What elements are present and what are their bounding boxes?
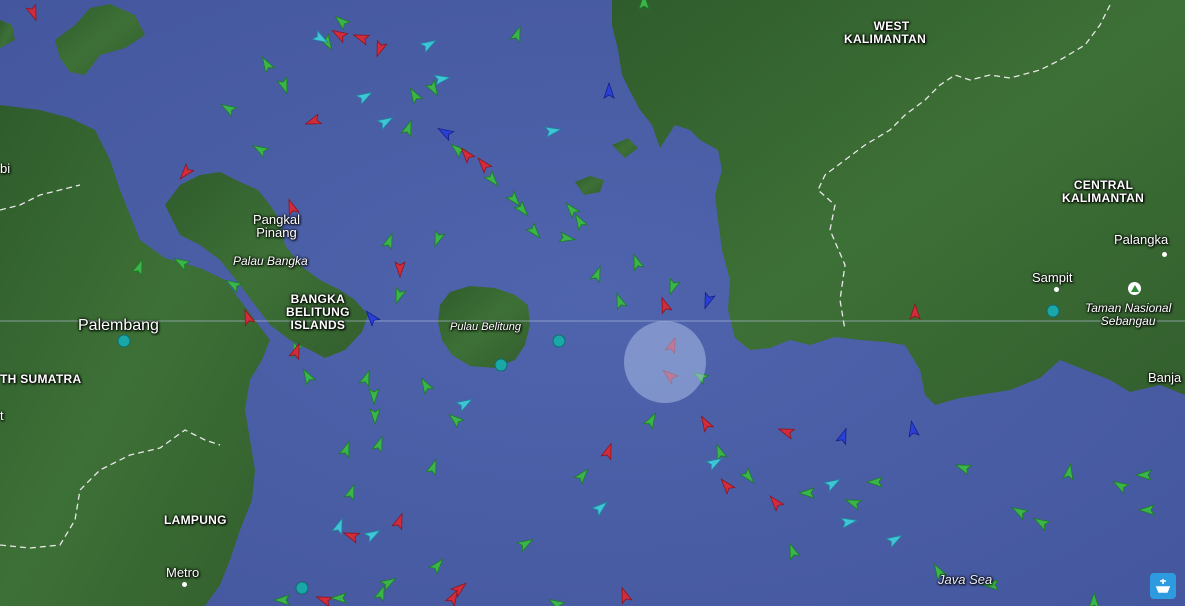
port-marker[interactable] [494, 358, 508, 372]
label-bi: bi [0, 161, 11, 176]
city-dot-palangka [1162, 252, 1167, 257]
port-marker[interactable] [295, 581, 309, 595]
label-west-kalimantan: WEST KALIMANTAN [844, 19, 927, 46]
label-south-sumatra: TH SUMATRA [0, 372, 82, 386]
port-marker[interactable] [117, 334, 131, 348]
vessel-icon-button[interactable] [1150, 573, 1176, 599]
ais-vessel-map[interactable]: WEST KALIMANTAN CENTRAL KALIMANTAN Palangk… [0, 0, 1185, 606]
label-central-kalimantan: CENTRAL KALIMANTAN [1062, 178, 1145, 205]
label-palangka: Palangka [1114, 232, 1169, 247]
city-dot-sampit [1054, 287, 1059, 292]
label-pulau-belitung: Pulau Belitung [450, 321, 521, 333]
selected-vessel-highlight [624, 321, 706, 403]
park-icon [1128, 282, 1141, 295]
label-java-sea: Java Sea [938, 572, 993, 587]
label-metro: Metro [166, 565, 200, 580]
label-lampung: LAMPUNG [164, 513, 227, 527]
city-dot-metro [182, 582, 187, 587]
port-marker[interactable] [1046, 304, 1060, 318]
label-palau-bangka: Palau Bangka [233, 254, 308, 268]
label-taman-nasional: Taman Nasional Sebangau [1085, 301, 1172, 328]
port-marker[interactable] [552, 334, 566, 348]
label-pangkal-pinang: Pangkal Pinang [253, 212, 300, 240]
label-sampit: Sampit [1032, 270, 1073, 285]
label-palembang: Palembang [78, 317, 159, 334]
label-banja: Banja [1148, 370, 1182, 385]
label-t: t [0, 408, 4, 423]
ship-icon [1155, 579, 1171, 593]
label-bangka-belitung: BANGKA BELITUNG ISLANDS [286, 292, 350, 332]
